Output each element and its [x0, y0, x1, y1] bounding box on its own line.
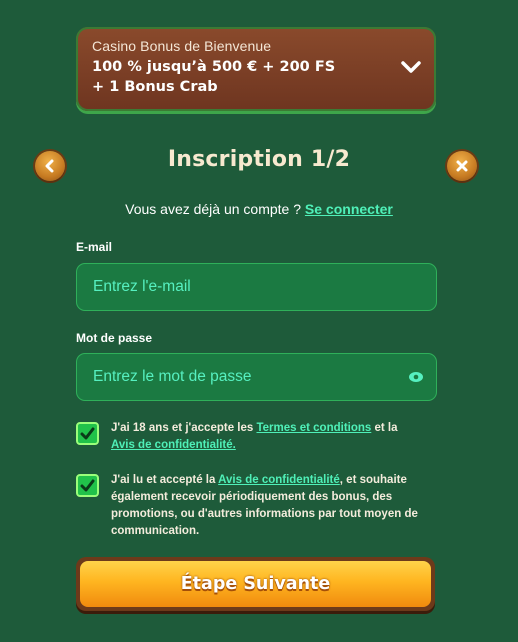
- privacy-link[interactable]: Avis de confidentialité.: [111, 439, 236, 451]
- bonus-offer: 100 % jusqu’à 500 € + 200 FS + 1 Bonus C…: [92, 57, 382, 97]
- email-placeholder: Entrez l'e-mail: [93, 278, 191, 295]
- password-placeholder: Entrez le mot de passe: [93, 368, 252, 385]
- terms-link[interactable]: Termes et conditions: [256, 422, 371, 434]
- checkmark-icon: [80, 479, 95, 492]
- login-link[interactable]: Se connecter: [305, 201, 393, 217]
- marketing-text-a: J'ai lu et accepté la: [111, 474, 219, 486]
- welcome-bonus-dropdown[interactable]: Casino Bonus de Bienvenue 100 % jusqu’à …: [76, 27, 436, 111]
- next-step-button[interactable]: Étape Suivante: [80, 561, 431, 607]
- marketing-privacy-link[interactable]: Avis de confidentialité: [218, 474, 340, 486]
- next-step-frame: Étape Suivante: [76, 557, 435, 611]
- bonus-subtitle: Casino Bonus de Bienvenue: [92, 38, 272, 54]
- password-field[interactable]: Entrez le mot de passe: [76, 353, 437, 401]
- close-button[interactable]: [447, 151, 477, 181]
- terms-checkbox[interactable]: [76, 422, 99, 445]
- login-prompt: Vous avez déjà un compte ? Se connecter: [0, 201, 518, 217]
- checkmark-icon: [80, 427, 95, 440]
- marketing-checkbox[interactable]: [76, 474, 99, 497]
- close-icon: [456, 160, 468, 172]
- bonus-offer-line2: + 1 Bonus Crab: [92, 79, 218, 95]
- password-label: Mot de passe: [76, 331, 153, 345]
- email-label: E-mail: [76, 240, 113, 254]
- eye-icon[interactable]: [408, 371, 424, 383]
- email-field[interactable]: Entrez l'e-mail: [76, 263, 437, 311]
- bonus-offer-line1: 100 % jusqu’à 500 € + 200 FS: [92, 59, 336, 75]
- chevron-down-icon[interactable]: [400, 59, 422, 75]
- terms-consent-text: J'ai 18 ans et j'accepte les Termes et c…: [111, 420, 431, 454]
- login-prompt-text: Vous avez déjà un compte ?: [125, 201, 305, 217]
- terms-text-b: et la: [371, 422, 398, 434]
- page-title: Inscription 1/2: [167, 147, 351, 172]
- marketing-consent-text: J'ai lu et accepté la Avis de confidenti…: [111, 472, 431, 540]
- terms-text-a: J'ai 18 ans et j'accepte les: [111, 422, 257, 434]
